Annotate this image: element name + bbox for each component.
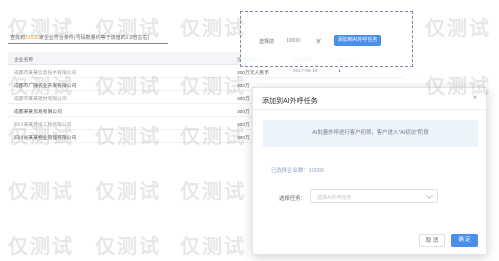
cancel-button[interactable]: 取 消 <box>419 234 445 247</box>
task-field-label: 选择任务： <box>279 196 306 202</box>
confirm-button[interactable]: 确 定 <box>451 234 478 247</box>
chevron-down-icon <box>425 191 434 200</box>
selected-count: 已选择企业数：10000 <box>271 168 324 174</box>
dialog-notice: AI批量外呼进行客户初筛，客户进入"AI初访"阶段 <box>263 120 478 147</box>
dialog-divider <box>253 109 486 110</box>
task-select-placeholder: 选择AI外呼任务 <box>317 195 352 201</box>
dialog-title: 添加到AI外呼任务 <box>262 98 318 105</box>
close-icon[interactable]: × <box>471 94 479 102</box>
task-select[interactable]: 选择AI外呼任务 <box>310 189 438 203</box>
add-to-ai-task-dialog: 添加到AI外呼任务 × AI批量外呼进行客户初筛，客户进入"AI初访"阶段 已选… <box>252 87 487 255</box>
